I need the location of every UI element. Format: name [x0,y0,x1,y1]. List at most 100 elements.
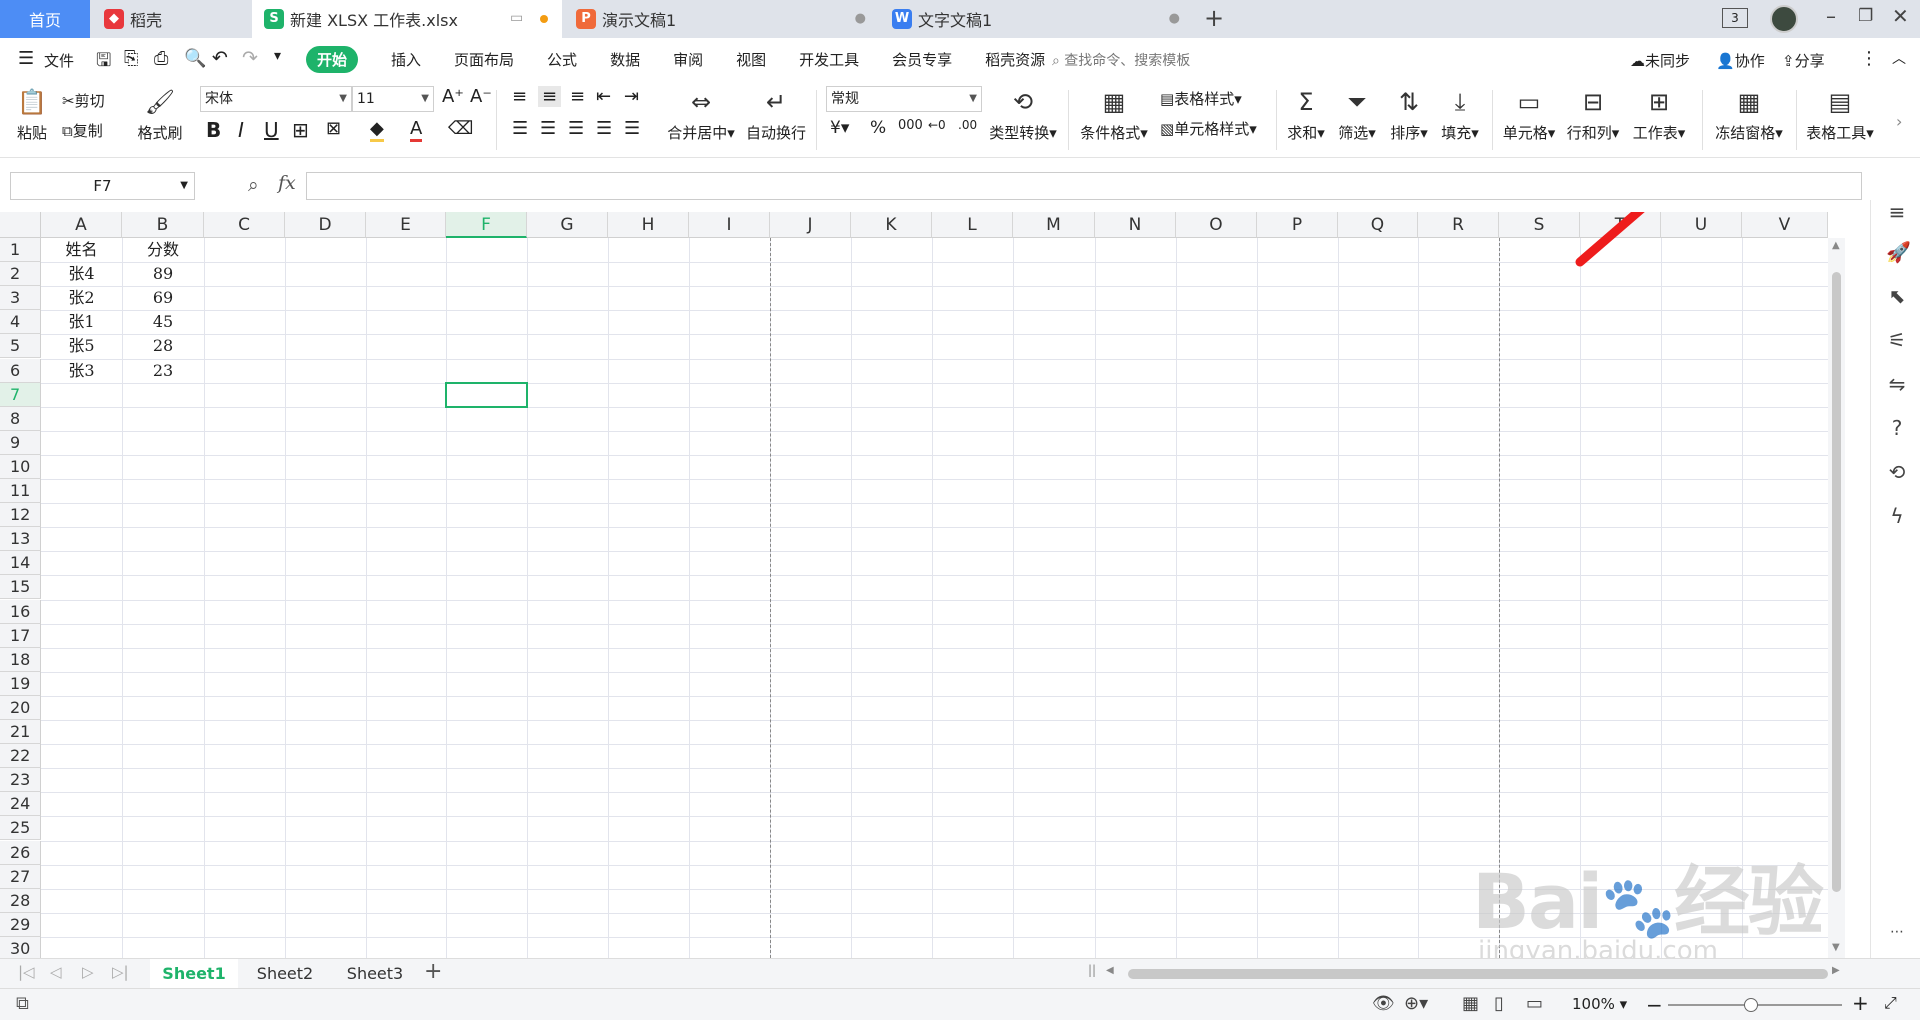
tab-presentation[interactable]: P 演示文稿1 ● [564,0,878,38]
spreadsheet-grid[interactable]: ABCDEFGHIJKLMNOPQRSTUV 12345678910111213… [0,212,1845,958]
eye-protection-icon[interactable]: 👁 [1372,993,1395,1014]
command-search[interactable]: ⌕ 查找命令、搜索模板 [1052,50,1190,70]
lightning-icon[interactable]: ϟ [1886,504,1908,528]
tab-insert[interactable]: 插入 [391,49,421,70]
print-preview-icon[interactable]: 🔍 [184,48,206,69]
scroll-right-icon[interactable]: ▶ [1832,965,1840,976]
close-presentation-tab-icon[interactable]: ● [855,11,866,26]
row-header-27[interactable]: 27 [0,864,41,889]
row-header-5[interactable]: 5 [0,334,41,359]
merge-center-button[interactable]: ⇔ 合并居中▾ [664,88,738,143]
hscroll-split-icon[interactable]: || [1088,963,1096,977]
column-header-M[interactable]: M [1013,212,1095,238]
restore-icon[interactable]: ❐ [1858,6,1873,26]
type-convert-button[interactable]: ⟲ 类型转换▾ [986,88,1060,143]
help-icon[interactable]: ? [1886,416,1908,440]
fullscreen-icon[interactable]: ⤢ [1884,993,1897,1013]
align-right-icon[interactable]: ☰ [568,118,584,139]
sheet-tab-1[interactable]: Sheet1 [150,959,238,989]
zoom-slider-thumb[interactable] [1744,998,1758,1012]
cursor-icon[interactable]: ⬉ [1886,284,1908,308]
vertical-scrollbar[interactable]: ▲ ▼ [1828,238,1845,958]
indent-icon[interactable]: ⇥ [624,86,639,107]
window-count-badge[interactable]: 3 [1722,8,1748,28]
export-icon[interactable]: ⎘ [124,48,138,69]
row-header-6[interactable]: 6 [0,358,41,383]
row-header-22[interactable]: 22 [0,744,41,769]
outdent-icon[interactable]: ⇤ [596,86,611,107]
grow-font-icon[interactable]: A⁺ [442,86,464,107]
cell-B4[interactable]: 45 [122,310,204,334]
cell-B1[interactable]: 分数 [122,238,204,262]
font-color-icon[interactable]: A [410,118,423,142]
minimize-icon[interactable]: – [1826,4,1836,28]
format-painter-button[interactable]: 🖌 格式刷 [136,88,184,143]
align-middle-icon[interactable]: ≡ [538,86,562,107]
tab-view[interactable]: 视图 [736,49,766,70]
cell-B6[interactable]: 23 [122,359,204,383]
avatar[interactable] [1770,5,1798,33]
row-header-11[interactable]: 11 [0,479,41,504]
select-all-corner[interactable] [0,212,41,238]
column-header-J[interactable]: J [770,212,851,238]
decrease-decimal-icon[interactable]: .00 [958,118,977,132]
freeze-panes-button[interactable]: ▦ 冻结窗格▾ [1712,88,1786,143]
print-icon[interactable]: ⎙ [154,48,168,69]
row-header-20[interactable]: 20 [0,695,41,720]
new-tab-plus-icon[interactable]: + [1204,4,1224,32]
tab-xlsx-workbook[interactable]: S 新建 XLSX 工作表.xlsx ▭ [252,0,562,38]
currency-icon[interactable]: ¥▾ [830,118,849,138]
vertical-scroll-thumb[interactable] [1832,272,1841,892]
cell-A4[interactable]: 张1 [41,310,122,334]
row-header-15[interactable]: 15 [0,575,41,600]
zoom-formula-icon[interactable]: ⌕ [248,174,259,196]
row-header-12[interactable]: 12 [0,503,41,528]
row-header-21[interactable]: 21 [0,720,41,745]
undo-icon[interactable]: ↶ [212,47,228,69]
column-header-P[interactable]: P [1257,212,1338,238]
column-header-L[interactable]: L [932,212,1013,238]
tab-formula[interactable]: 公式 [547,49,577,70]
row-col-button[interactable]: ⊟ 行和列▾ [1566,88,1620,143]
rail-more-icon[interactable]: ≡ [1886,200,1908,224]
cell-A6[interactable]: 张3 [41,359,122,383]
save-icon[interactable]: 🖫 [96,48,111,78]
macro-record-icon[interactable]: ⧉ [16,993,29,1014]
column-header-R[interactable]: R [1418,212,1499,238]
number-format-select[interactable]: 常规 ▼ [826,86,982,112]
formula-input[interactable] [306,172,1862,200]
last-sheet-icon[interactable]: ▷| [112,963,129,981]
cell-A2[interactable]: 张4 [41,262,122,286]
table-tools-button[interactable]: ▤ 表格工具▾ [1804,88,1876,143]
distribute-icon[interactable]: ☰ [624,118,640,139]
name-box[interactable]: F7 ▼ [10,172,195,200]
fill-color-icon[interactable]: ◆ [370,118,384,142]
hamburger-icon[interactable]: ☰ [18,48,34,69]
share-button[interactable]: ⇪分享 [1782,50,1825,71]
zoom-in-icon[interactable]: + [1852,991,1869,1015]
column-header-G[interactable]: G [527,212,608,238]
sum-button[interactable]: Σ 求和▾ [1286,88,1326,143]
normal-view-icon[interactable]: ▦ [1462,993,1479,1014]
tab-data[interactable]: 数据 [610,49,640,70]
row-header-3[interactable]: 3 [0,286,41,311]
zoom-out-icon[interactable]: − [1646,993,1663,1017]
row-header-8[interactable]: 8 [0,406,41,431]
cell-B5[interactable]: 28 [122,334,204,358]
cell-A1[interactable]: 姓名 [41,238,122,262]
redo-icon[interactable]: ↷ [242,47,258,69]
justify-icon[interactable]: ☰ [596,118,612,139]
shrink-font-icon[interactable]: A⁻ [470,86,492,107]
align-top-icon[interactable]: ≡ [512,86,527,107]
column-header-D[interactable]: D [285,212,366,238]
row-header-18[interactable]: 18 [0,647,41,672]
collapse-ribbon-icon[interactable]: ︿ [1892,48,1906,68]
column-header-V[interactable]: V [1742,212,1828,238]
monitor-icon[interactable]: ▭ [510,10,523,26]
copy-button[interactable]: ⧉复制 [62,120,103,141]
align-bottom-icon[interactable]: ≡ [570,86,585,107]
sliders-icon[interactable]: ⚟ [1886,328,1908,352]
font-size-select[interactable]: 11 ▼ [352,86,434,112]
conditional-format-button[interactable]: ▦ 条件格式▾ [1078,88,1150,143]
table-style-button[interactable]: ▤表格样式▾ [1160,88,1242,109]
